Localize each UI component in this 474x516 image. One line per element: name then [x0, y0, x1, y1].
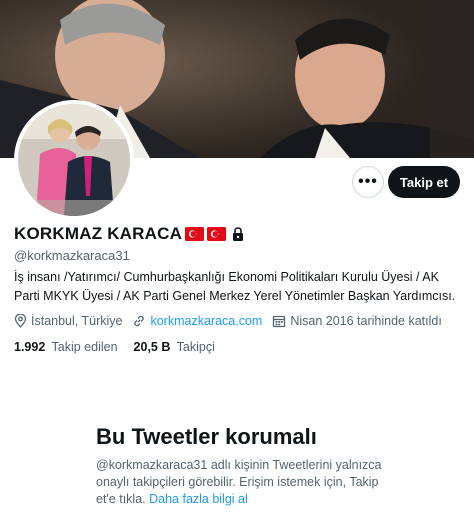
location-text: İstanbul, Türkiye — [31, 314, 123, 328]
joined-item: Nisan 2016 tarihinde katıldı — [272, 314, 442, 328]
following-link[interactable]: 1.992 Takip edilen — [14, 340, 118, 354]
profile-name-row: KORKMAZ KARACA — [14, 224, 244, 244]
website-link[interactable]: korkmazkaraca.com — [150, 314, 262, 328]
link-icon — [134, 315, 145, 327]
calendar-icon — [273, 315, 286, 328]
protected-message: @korkmazkaraca31 adlı kişinin Tweetlerin… — [96, 457, 396, 508]
profile-meta: İstanbul, Türkiye korkmazkaraca.com Nisa… — [14, 314, 452, 328]
learn-more-link[interactable]: Daha fazla bilgi al — [149, 492, 248, 506]
follow-label: Takip et — [399, 174, 449, 190]
followers-link[interactable]: 20,5 B Takipçi — [134, 340, 215, 354]
more-icon: ••• — [358, 173, 378, 190]
profile-avatar[interactable] — [14, 100, 134, 220]
profile-handle: @korkmazkaraca31 — [14, 248, 130, 263]
location-item: İstanbul, Türkiye — [14, 314, 122, 328]
followers-label: Takipçi — [176, 340, 215, 354]
profile-stats: 1.992 Takip edilen 20,5 B Takipçi — [14, 340, 231, 354]
followers-count: 20,5 B — [133, 340, 171, 354]
location-icon — [14, 314, 27, 328]
flag-turkey-icon — [207, 227, 227, 241]
lock-icon — [233, 227, 244, 241]
flag-turkey-icon — [185, 227, 205, 241]
follow-button[interactable]: Takip et — [388, 166, 460, 198]
website-item[interactable]: korkmazkaraca.com — [132, 314, 262, 328]
joined-text: Nisan 2016 tarihinde katıldı — [290, 314, 442, 328]
profile-bio: İş insanı /Yatırımcı/ Cumhurbaşkanlığı E… — [14, 270, 456, 303]
following-count: 1.992 — [14, 340, 46, 354]
following-label: Takip edilen — [51, 340, 118, 354]
profile-name: KORKMAZ KARACA — [14, 224, 183, 243]
protected-title: Bu Tweetler korumalı — [96, 424, 317, 449]
more-options-button[interactable]: ••• — [352, 166, 384, 198]
